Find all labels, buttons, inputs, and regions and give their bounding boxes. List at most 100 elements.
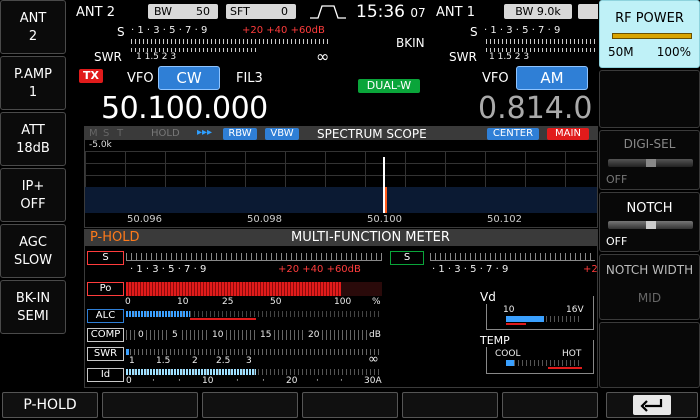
att-key[interactable]: ATT 18dB <box>0 112 66 166</box>
scope-marker <box>385 187 387 213</box>
ant-key[interactable]: ANT 2 <box>0 0 66 54</box>
meter-sub-s-plus-scale: +2 <box>583 264 598 275</box>
swr-tick-25: 2.5 <box>216 356 231 366</box>
digisel-slider <box>608 159 693 167</box>
vd-min: 10 <box>503 305 515 315</box>
scope-noise-floor <box>85 187 597 213</box>
sft-value: 0 <box>281 5 288 18</box>
sft-indicator[interactable]: SFT 0 <box>226 4 296 19</box>
ipplus-key-value: OFF <box>20 196 46 212</box>
swr-meter-track <box>126 349 382 355</box>
return-arrow-icon <box>633 395 671 415</box>
back-button[interactable] <box>606 392 698 418</box>
sub-sft-indicator[interactable] <box>578 4 598 19</box>
sub-frequency-clip: 0.814.0 <box>478 92 598 126</box>
temp-hot-zone <box>548 367 582 369</box>
swr-tick-1: 1 <box>129 356 135 366</box>
vd-bar-fill <box>506 316 544 322</box>
comp-tick-15: 15 <box>258 330 274 340</box>
meter-s-label: S <box>87 251 124 265</box>
empty-key-1[interactable] <box>599 70 700 128</box>
id-tick-b: · <box>178 376 181 386</box>
pamp-key-value: 1 <box>28 84 38 100</box>
ant-key-value: 2 <box>28 28 38 44</box>
main-badge[interactable]: MAIN <box>547 128 589 140</box>
sub-swr-label: SWR <box>449 50 477 64</box>
comp-tick-0: 0 <box>136 330 146 340</box>
digisel-label: DIGI-SEL <box>623 137 676 151</box>
main-s-plus-scale: +20 +40 +60dB <box>242 25 325 36</box>
digisel-key[interactable]: DIGI-SEL OFF <box>599 130 700 190</box>
vbw-badge[interactable]: VBW <box>265 128 299 140</box>
phold-button[interactable]: P-HOLD <box>2 392 98 418</box>
swr-meter-label: SWR <box>87 347 124 361</box>
main-frequency[interactable]: 50.100.000 <box>101 92 268 126</box>
notch-slider <box>608 221 693 229</box>
pamp-key[interactable]: P.AMP 1 <box>0 56 66 110</box>
empty-key-2[interactable] <box>599 322 700 388</box>
main-s-bar <box>131 39 331 44</box>
tx-indicator: TX <box>79 69 103 83</box>
swr-tick-inf: ∞ <box>368 352 379 367</box>
alc-zone <box>190 318 256 320</box>
pamp-key-label: P.AMP <box>14 66 52 82</box>
main-mode-button[interactable]: CW <box>158 66 220 90</box>
meter-phold-indicator: P-HOLD <box>90 230 140 245</box>
filter-shape-icon <box>310 5 346 19</box>
sub-bw-indicator[interactable]: BW 9.0k <box>504 4 572 19</box>
bkin-key[interactable]: BK-IN SEMI <box>0 280 66 334</box>
ipplus-key-label: IP+ <box>21 178 45 194</box>
bkin-indicator: BKIN <box>396 36 425 50</box>
agc-key[interactable]: AGC SLOW <box>0 224 66 278</box>
swr-tick-3: 3 <box>246 356 252 366</box>
id-tick-a: · <box>152 376 155 386</box>
sub-frequency[interactable]: 0.814.0 <box>478 92 598 126</box>
id-tick-10: 10 <box>202 376 214 386</box>
main-vfo-label: VFO <box>127 71 154 86</box>
main-swr-scale: 1 1.5 2 3 <box>136 52 177 62</box>
id-tick-0: 0 <box>126 376 132 386</box>
notch-width-label: NOTCH WIDTH <box>605 263 694 277</box>
rf-power-min: 50M <box>608 45 634 59</box>
comp-tick-unit: dB <box>367 330 383 340</box>
notch-key[interactable]: NOTCH OFF <box>599 192 700 252</box>
spectrum-scope[interactable]: M S T HOLD ▸▸▸ RBW VBW SPECTRUM SCOPE CE… <box>84 126 598 228</box>
clock-time: 15:36 <box>356 2 405 22</box>
id-scale: 0 · · 10 · · 20 · · 30A <box>126 376 382 386</box>
po-tick-100: 100 <box>334 297 352 307</box>
scope-tick-1: 50.096 <box>127 214 162 225</box>
meter-sub-s-scale: · 1 · 3 · 5 · 7 · 9 <box>432 264 509 275</box>
main-swr-label: SWR <box>94 50 122 64</box>
rf-power-key[interactable]: RF POWER 50M 100% <box>599 0 700 68</box>
sub-s-bar <box>486 39 596 44</box>
scope-arrows-icon: ▸▸▸ <box>197 127 213 138</box>
center-badge[interactable]: CENTER <box>487 128 539 140</box>
bottom-key-6[interactable] <box>502 392 598 418</box>
bottom-key-5[interactable] <box>402 392 498 418</box>
rf-power-label: RF POWER <box>615 11 684 26</box>
digisel-knob <box>646 159 656 167</box>
bkin-key-value: SEMI <box>17 308 49 324</box>
po-track <box>126 282 382 296</box>
notch-label: NOTCH <box>626 201 673 216</box>
bottom-key-2[interactable] <box>102 392 198 418</box>
notch-state: OFF <box>606 235 628 248</box>
bottom-key-4[interactable] <box>302 392 398 418</box>
sub-mode-button[interactable]: AM <box>516 66 588 90</box>
po-bar-fill <box>126 282 341 296</box>
bw-indicator[interactable]: BW 50 <box>148 4 218 19</box>
bw-label: BW <box>154 5 173 18</box>
main-swr-infinity: ∞ <box>316 47 330 66</box>
scope-ref-level: -5.0k <box>89 140 112 150</box>
meter-s-bar <box>126 253 382 261</box>
bottom-key-3[interactable] <box>202 392 298 418</box>
swr-tick-2: 2 <box>192 356 198 366</box>
ipplus-key[interactable]: IP+ OFF <box>0 168 66 222</box>
swr-tick-15: 1.5 <box>156 356 171 366</box>
sub-s-label: S <box>470 25 478 39</box>
vd-track <box>506 316 582 322</box>
vd-low-zone <box>506 323 526 325</box>
id-tick-30: 30A <box>364 376 382 386</box>
notch-width-key[interactable]: NOTCH WIDTH MID <box>599 254 700 320</box>
rbw-badge[interactable]: RBW <box>223 128 257 140</box>
